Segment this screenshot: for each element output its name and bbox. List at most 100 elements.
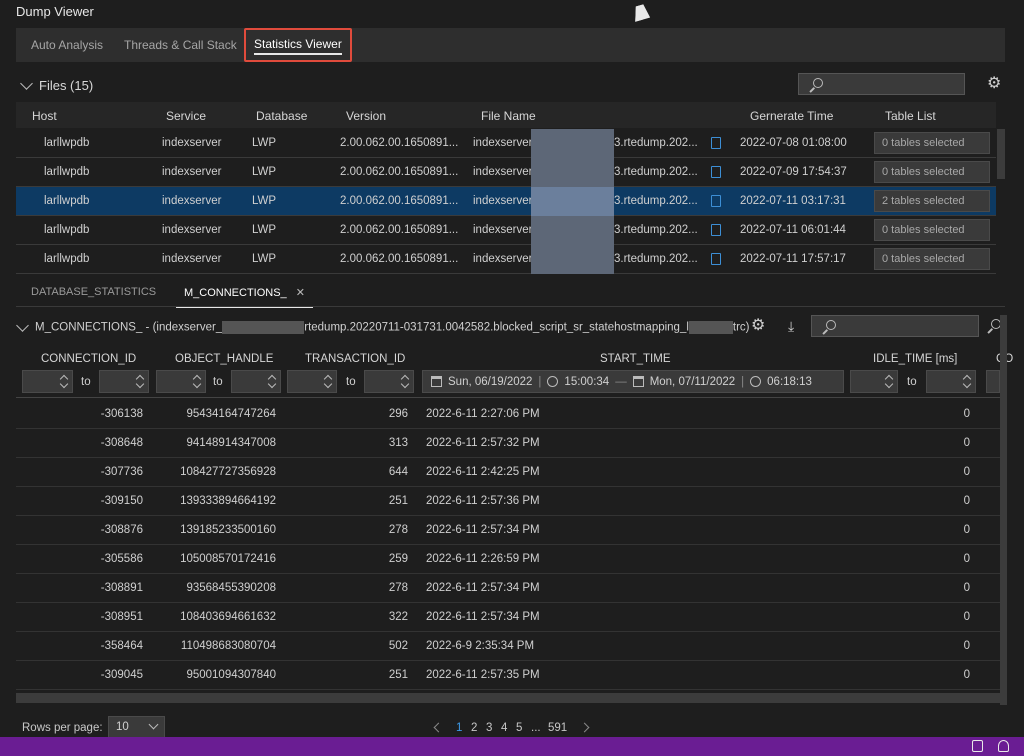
grid-search-input[interactable] [811,315,979,337]
page-3[interactable]: 3 [486,722,492,734]
file-host: larllwpdb [44,137,90,149]
col-table-list[interactable]: Table List [885,109,936,123]
page-last[interactable]: 591 [548,722,567,734]
download-icon[interactable]: ⤓ [788,318,794,335]
table-row[interactable]: -358464 110498683080704 502 2022-6-9 2:3… [16,632,1000,661]
file-database: LWP [252,253,277,265]
sub-tab-database-statistics[interactable]: DATABASE_STATISTICS [31,286,156,298]
col-version[interactable]: Version [346,109,386,123]
col-generate-time[interactable]: Gernerate Time [750,109,833,123]
table-row[interactable]: -307736 108427727356928 644 2022-6-11 2:… [16,458,1000,487]
start-time-range-filter[interactable]: Sun, 06/19/2022 | 15:00:34 — Mon, 07/11/… [422,370,844,393]
page-4[interactable]: 4 [501,722,507,734]
cell-start-time: 2022-6-11 2:57:32 PM [426,437,540,449]
cell-transaction-id: 644 [388,466,408,478]
cell-start-time: 2022-6-11 2:57:34 PM [426,582,540,594]
files-search-input[interactable] [798,73,965,95]
table-row[interactable]: -309150 139333894664192 251 2022-6-11 2:… [16,487,1000,516]
col-database[interactable]: Database [256,109,307,123]
cell-transaction-id: 278 [388,524,408,536]
file-open-icon[interactable] [711,253,721,265]
page-1[interactable]: 1 [456,722,462,734]
col-connection-id[interactable]: CONNECTION_ID [41,353,136,365]
file-row[interactable]: larllwpdb indexserver LWP 2.00.062.00.16… [16,158,996,187]
file-service: indexserver [162,166,222,178]
stepper-arrows-icon[interactable] [192,373,202,390]
table-row[interactable]: -308876 139185233500160 278 2022-6-11 2:… [16,516,1000,545]
table-row[interactable]: -308951 108403694661632 322 2022-6-11 2:… [16,603,1000,632]
idle-time-from-stepper[interactable] [850,370,898,393]
col-object-handle[interactable]: OBJECT_HANDLE [175,353,273,365]
table-list-select[interactable]: 0 tables selected [874,132,990,154]
stepper-arrows-icon[interactable] [135,373,145,390]
file-open-icon[interactable] [711,224,721,236]
file-row[interactable]: larllwpdb indexserver LWP 2.00.062.00.16… [16,245,996,274]
connection-id-to-stepper[interactable] [99,370,149,393]
connection-id-from-stepper[interactable] [22,370,73,393]
stepper-arrows-icon[interactable] [323,373,333,390]
file-open-icon[interactable] [711,195,721,207]
table-row[interactable]: -305586 105008570172416 259 2022-6-11 2:… [16,545,1000,574]
table-list-select[interactable]: 0 tables selected [874,248,990,270]
co-filter-stepper[interactable] [986,370,1000,393]
col-service[interactable]: Service [166,109,206,123]
dump-section-toggle[interactable]: M_CONNECTIONS_ - (indexserver_ rtedump.20… [16,319,750,334]
transaction-id-from-stepper[interactable] [287,370,337,393]
file-row[interactable]: larllwpdb indexserver LWP 2.00.062.00.16… [16,216,996,245]
table-row[interactable]: -308891 93568455390208 278 2022-6-11 2:5… [16,574,1000,603]
object-handle-from-stepper[interactable] [156,370,206,393]
stepper-arrows-icon[interactable] [400,373,410,390]
next-page-icon[interactable] [579,722,590,733]
calendar-icon[interactable] [632,376,644,387]
stepper-arrows-icon[interactable] [267,373,277,390]
feedback-icon[interactable] [972,740,983,752]
file-generate-time: 2022-07-08 01:08:00 [740,137,847,149]
tab-auto-analysis[interactable]: Auto Analysis [31,28,103,62]
notifications-bell-icon[interactable] [998,740,1009,752]
page-5[interactable]: 5 [516,722,522,734]
file-open-icon[interactable] [711,166,721,178]
grid-horizontal-scrollbar[interactable] [16,693,1000,703]
files-section-toggle[interactable]: Files (15) [20,77,93,93]
object-handle-to-stepper[interactable] [231,370,281,393]
from-date[interactable]: Sun, 06/19/2022 [448,376,532,388]
grid-vertical-scrollbar[interactable] [1000,315,1007,705]
calendar-icon[interactable] [431,376,442,387]
col-transaction-id[interactable]: TRANSACTION_ID [305,353,405,365]
tab-statistics-viewer[interactable]: Statistics Viewer [244,28,352,62]
stepper-arrows-icon[interactable] [59,373,69,390]
table-row[interactable]: -309045 95001094307840 251 2022-6-11 2:5… [16,661,1000,690]
table-list-select[interactable]: 2 tables selected [874,190,990,212]
tab-threads-call-stack[interactable]: Threads & Call Stack [124,28,237,62]
col-idle-time[interactable]: IDLE_TIME [ms] [873,353,957,365]
files-settings-gear-icon[interactable]: ⚙ [987,76,1001,92]
col-file-name[interactable]: File Name [481,109,536,123]
transaction-id-to-stepper[interactable] [364,370,414,393]
prev-page-icon[interactable] [433,722,444,733]
stepper-arrows-icon[interactable] [962,373,972,390]
sub-tab-m-connections[interactable]: M_CONNECTIONS_ ✕ [176,286,313,308]
stepper-arrows-icon[interactable] [884,373,894,390]
grid-settings-gear-icon[interactable]: ⚙ [751,318,765,334]
page-2[interactable]: 2 [471,722,477,734]
clock-icon[interactable] [547,376,559,387]
idle-time-to-stepper[interactable] [926,370,976,393]
file-row-selected[interactable]: larllwpdb indexserver LWP 2.00.062.00.16… [16,187,996,216]
file-open-icon[interactable] [711,137,721,149]
cell-idle-time: 0 [963,495,970,507]
table-list-select[interactable]: 0 tables selected [874,161,990,183]
col-host[interactable]: Host [32,109,57,123]
col-start-time[interactable]: START_TIME [600,353,671,365]
from-time[interactable]: 15:00:34 [564,376,609,388]
files-scrollbar-thumb[interactable] [997,129,1005,179]
cell-object-handle: 139333894664192 [180,495,276,507]
file-row[interactable]: larllwpdb indexserver LWP 2.00.062.00.16… [16,129,996,158]
to-time[interactable]: 06:18:13 [767,376,812,388]
close-icon[interactable]: ✕ [296,287,305,299]
table-list-select[interactable]: 0 tables selected [874,219,990,241]
table-row[interactable]: -306138 95434164747264 296 2022-6-11 2:2… [16,400,1000,429]
to-date[interactable]: Mon, 07/11/2022 [650,376,735,388]
rows-per-page-select[interactable]: 10 [108,716,165,738]
table-row[interactable]: -308648 94148914347008 313 2022-6-11 2:5… [16,429,1000,458]
clock-icon[interactable] [750,376,762,387]
